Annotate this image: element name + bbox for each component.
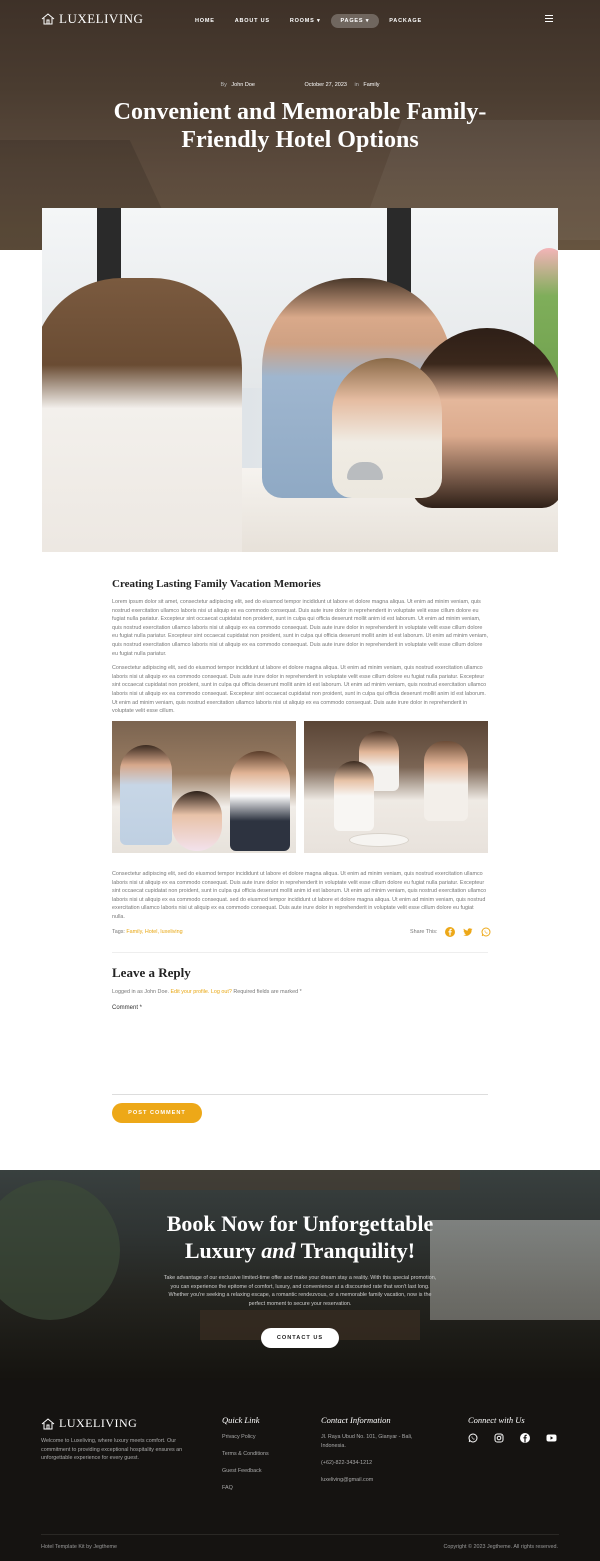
main-menu: HOME ABOUT US ROOMS ▾ PAGES ▾ PACKAGE [185, 14, 432, 28]
paragraph: Consectetur adipiscing elit, sed do eius… [112, 665, 487, 715]
logo[interactable]: LUXELIVING [41, 11, 143, 27]
footer-address: Jl. Raya Ubud No. 101, Gianyar - Bali, I… [321, 1434, 413, 1449]
instagram-icon[interactable] [494, 1433, 504, 1443]
post-category[interactable]: Family [363, 82, 379, 88]
house-logo-icon [41, 13, 55, 25]
nav-home[interactable]: HOME [185, 14, 225, 28]
logged-in-text: Logged in as John Doe. [112, 989, 169, 995]
footer-divider [41, 1534, 559, 1535]
nav-package[interactable]: PACKAGE [379, 14, 432, 28]
featured-image [42, 208, 558, 552]
in-label: in [354, 82, 359, 88]
footer-copyright: Copyright © 2023 Jegtheme. All rights re… [443, 1544, 558, 1550]
image-gallery [112, 721, 488, 853]
edit-profile-link[interactable]: Edit your profile. [170, 989, 209, 995]
share-label: Share This: [410, 929, 438, 935]
post-title: Convenient and Memorable Family-Friendly… [113, 99, 487, 153]
footer-link-feedback[interactable]: Guest Feedback [222, 1468, 262, 1474]
tags-label: Tags: [112, 929, 125, 935]
footer-email[interactable]: luxeliving@gmail.com [321, 1477, 373, 1483]
share-bar: Share This: [410, 927, 491, 937]
post-meta: By John Doe October 27, 2023 in Family [0, 82, 600, 88]
cta-title: Book Now for Unforgettable Luxury and Tr… [0, 1210, 600, 1264]
footer-link-privacy[interactable]: Privacy Policy [222, 1434, 256, 1440]
post-tags: Tags: Family, Hotel, luxeliving [112, 929, 183, 935]
footer-credit: Hotel Template Kit by Jegtheme [41, 1544, 118, 1550]
gallery-image-family-bed[interactable] [304, 721, 488, 853]
cta-title-line2-pre: Luxury [184, 1238, 262, 1263]
tag-links[interactable]: Family, Hotel, luxeliving [126, 929, 182, 935]
nav-pages[interactable]: PAGES ▾ [330, 14, 380, 28]
quick-link-title: Quick Link [222, 1415, 260, 1425]
post-author[interactable]: John Doe [231, 82, 255, 88]
comment-textarea[interactable] [112, 1015, 488, 1095]
section-divider [112, 952, 488, 953]
post-date: October 27, 2023 [304, 82, 347, 88]
logged-in-note: Logged in as John Doe. Edit your profile… [112, 989, 302, 995]
nav-about-us[interactable]: ABOUT US [225, 14, 280, 28]
by-label: By [220, 82, 227, 88]
nav-rooms[interactable]: ROOMS ▾ [280, 14, 331, 28]
nav-pages-label: PAGES [340, 18, 364, 24]
post-comment-button[interactable]: POST COMMENT [112, 1103, 202, 1123]
footer-logo[interactable]: LUXELIVING [41, 1416, 137, 1431]
nav-rooms-label: ROOMS [289, 18, 315, 24]
required-note: Required fields are marked * [233, 989, 302, 995]
hamburger-menu-icon[interactable] [545, 15, 553, 24]
footer-link-faq[interactable]: FAQ [222, 1485, 233, 1491]
reply-title: Leave a Reply [112, 965, 191, 980]
log-out-link[interactable]: Log out? [211, 989, 232, 995]
connect-title: Connect with Us [468, 1415, 525, 1425]
facebook-icon[interactable] [445, 927, 456, 937]
contact-info-title: Contact Information [321, 1415, 391, 1425]
cta-title-line2-em: and [261, 1238, 296, 1263]
paragraph: Lorem ipsum dolor sit amet, consectetur … [112, 599, 488, 657]
contact-us-button[interactable]: CONTACT US [261, 1328, 339, 1348]
facebook-icon[interactable] [520, 1433, 530, 1443]
section-heading: Creating Lasting Family Vacation Memorie… [112, 578, 321, 590]
whatsapp-icon[interactable] [468, 1433, 478, 1443]
paragraph: Consectetur adipiscing elit, sed do eius… [112, 871, 487, 920]
cta-text: Take advantage of our exclusive limited-… [163, 1275, 437, 1307]
gallery-image-family-reception[interactable] [112, 721, 296, 853]
comment-label: Comment * [112, 1005, 143, 1011]
footer-about: Welcome to Luxeliving, where luxury meet… [41, 1438, 183, 1461]
cta-title-line2-post: Tranquility! [295, 1238, 416, 1263]
youtube-icon[interactable] [546, 1433, 557, 1443]
twitter-icon[interactable] [463, 927, 473, 937]
cta-title-line1: Book Now for Unforgettable [166, 1211, 434, 1236]
article-body: Creating Lasting Family Vacation Memorie… [112, 578, 488, 722]
caret-down-icon: ▾ [365, 18, 370, 24]
whatsapp-icon[interactable] [481, 927, 491, 937]
top-navigation: LUXELIVING HOME ABOUT US ROOMS ▾ PAGES ▾… [0, 0, 600, 40]
footer-phone[interactable]: (+62)-822-3434-1212 [321, 1460, 372, 1466]
house-logo-icon [41, 1417, 55, 1429]
footer-social-icons [468, 1433, 557, 1443]
logo-text: LUXELIVING [59, 11, 144, 26]
footer-link-terms[interactable]: Terms & Conditions [222, 1451, 269, 1457]
caret-down-icon: ▾ [316, 18, 321, 24]
footer-logo-text: LUXELIVING [59, 1416, 138, 1430]
